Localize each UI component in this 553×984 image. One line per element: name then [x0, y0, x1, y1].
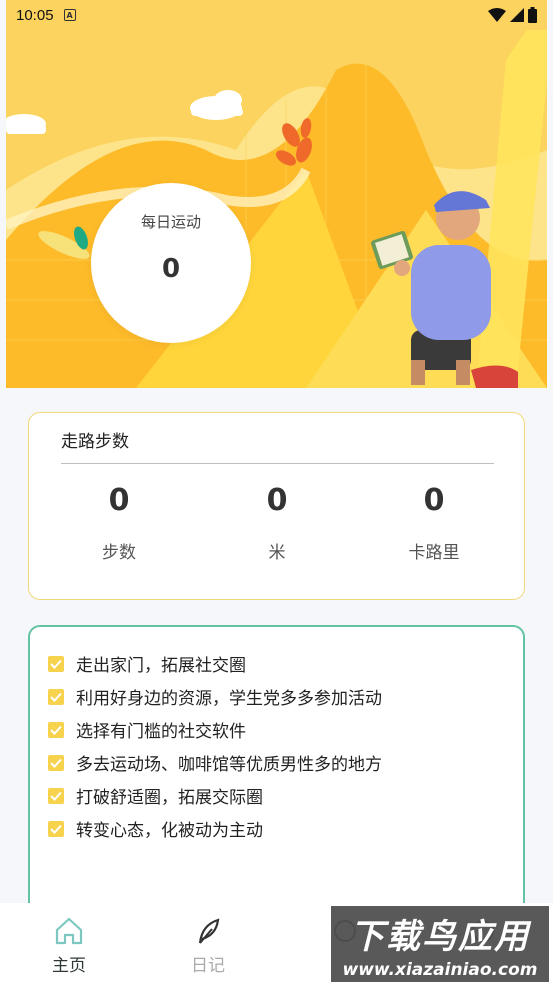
nav-label-diary: 日记 — [191, 956, 225, 976]
tip-text: 多去运动场、咖啡馆等优质男性多的地方 — [76, 755, 382, 775]
daily-exercise-title: 每日运动 — [140, 213, 201, 231]
watermark: 下载鸟应用 www.xiazainiao.com — [331, 906, 549, 982]
tip-item: 转变心态，化被动为主动 — [48, 816, 263, 841]
divider — [61, 463, 494, 464]
stat-steps-value: 0 — [108, 483, 130, 518]
watermark-url: www.xiazainiao.com — [342, 959, 538, 980]
checkbox-icon — [48, 721, 64, 738]
tip-text: 选择有门槛的社交软件 — [76, 722, 246, 742]
stat-meters-value: 0 — [266, 483, 288, 518]
tip-text: 打破舒适圈，拓展交际圈 — [76, 788, 263, 808]
checkbox-icon — [48, 754, 64, 771]
tip-text: 利用好身边的资源，学生党多多参加活动 — [76, 689, 382, 709]
daily-exercise-circle: 每日运动 0 — [91, 183, 251, 343]
nav-item-diary[interactable]: 日记 — [168, 915, 248, 976]
stat-calories-value: 0 — [423, 483, 445, 518]
notification-a-icon: A — [63, 9, 76, 21]
wifi-icon — [488, 8, 506, 22]
watermark-title: 下载鸟应用 — [350, 916, 530, 957]
stat-calories: 0 卡路里 — [374, 483, 494, 563]
checkbox-icon — [48, 820, 64, 837]
tip-item: 利用好身边的资源，学生党多多参加活动 — [48, 684, 382, 709]
status-time: 10:05 — [16, 6, 54, 24]
tips-card: 走出家门，拓展社交圈 利用好身边的资源，学生党多多参加活动 选择有门槛的社交软件… — [28, 625, 525, 925]
hero-banner: 每日运动 0 — [6, 0, 547, 388]
stat-steps-label: 步数 — [102, 543, 136, 563]
stat-calories-label: 卡路里 — [408, 543, 460, 563]
checkbox-icon — [48, 655, 64, 672]
tip-item: 多去运动场、咖啡馆等优质男性多的地方 — [48, 750, 382, 775]
stat-meters: 0 米 — [217, 483, 337, 563]
signal-icon — [510, 8, 524, 22]
battery-icon — [528, 7, 537, 23]
walking-steps-card: 走路步数 0 步数 0 米 0 卡路里 — [28, 412, 525, 600]
nav-item-home[interactable]: 主页 — [29, 915, 109, 976]
checkbox-icon — [48, 787, 64, 804]
home-icon — [55, 917, 83, 945]
tip-text: 转变心态，化被动为主动 — [76, 821, 263, 841]
nav-label-home: 主页 — [52, 956, 86, 976]
status-bar: 10:05 A — [6, 0, 547, 30]
hero-illustration — [6, 0, 547, 388]
checkbox-icon — [48, 688, 64, 705]
tip-item: 选择有门槛的社交软件 — [48, 717, 246, 742]
feather-icon — [198, 918, 220, 944]
stat-meters-label: 米 — [268, 543, 286, 563]
tip-item: 打破舒适圈，拓展交际圈 — [48, 783, 263, 808]
daily-exercise-value: 0 — [161, 254, 181, 284]
walking-steps-title: 走路步数 — [61, 432, 129, 452]
stat-steps: 0 步数 — [59, 483, 179, 563]
tip-item: 走出家门，拓展社交圈 — [48, 651, 246, 676]
tip-text: 走出家门，拓展社交圈 — [76, 656, 246, 676]
